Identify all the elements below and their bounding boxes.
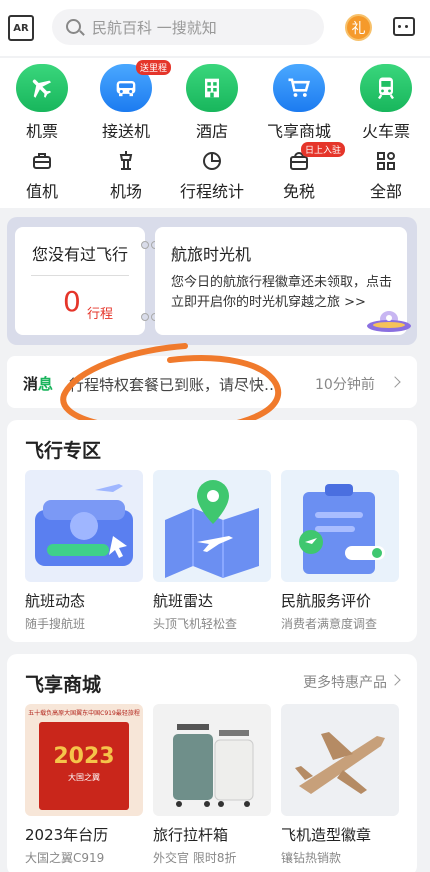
- card-subtitle: 镶钻热销款: [281, 851, 342, 865]
- flight-zone-title: 飞行专区: [25, 440, 102, 462]
- message-tag-b: 息: [38, 375, 54, 393]
- calendar-year-text: 2023: [53, 744, 115, 769]
- nav-label: 值机: [25, 182, 58, 201]
- time-machine-panel[interactable]: 您没有过飞行 0 行程 航旅时光机 您今日的航旅行程徽章还未领取，点击立即开启你…: [7, 217, 417, 345]
- flight-radar-image: [153, 470, 271, 582]
- time-machine-title: 航旅时光机: [171, 245, 252, 264]
- nav-item-transfer[interactable]: 送里程 接送机: [84, 60, 172, 142]
- ticket-hole: [141, 313, 149, 321]
- pie-chart-icon: [199, 148, 225, 174]
- main-service-nav: 机票 送里程 接送机 酒店 飞享商城 火车票: [0, 58, 430, 141]
- new-badge: 日上入驻: [301, 142, 346, 157]
- nav-label: 全部: [369, 182, 402, 201]
- mall-section: 飞享商城 更多特惠产品 五十载负高原大国翼东中国C919最轻旅程 2023 大国…: [7, 654, 417, 872]
- ar-scan-icon[interactable]: AR: [8, 15, 34, 41]
- card-title: 航班雷达: [153, 592, 214, 610]
- card-subtitle: 消费者满意度调查: [281, 617, 378, 631]
- calendar-top-text: 五十载负高原大国翼东中国C919最轻旅程: [28, 710, 140, 717]
- more-products-link[interactable]: 更多特惠产品: [303, 672, 387, 692]
- nav-item-airport[interactable]: 机场: [84, 148, 168, 202]
- flight-radar-card[interactable]: 航班雷达 头顶飞机轻松查: [153, 470, 271, 632]
- hotel-icon: [186, 64, 238, 112]
- checkin-icon: [29, 148, 55, 174]
- product-card[interactable]: 旅行拉杆箱 外交官 限时8折: [153, 704, 271, 866]
- grid-icon: [373, 148, 399, 174]
- card-title: 飞机造型徽章: [281, 826, 372, 844]
- flight-zone-section: 飞行专区 航班动态 随手搜航班 航班雷达 头顶飞机轻松查 民航服务评价 消费者满…: [7, 420, 417, 642]
- message-icon[interactable]: [393, 17, 415, 36]
- card-subtitle: 外交官 限时8折: [153, 851, 237, 865]
- card-subtitle: 随手搜航班: [25, 617, 86, 631]
- divider: [31, 275, 129, 276]
- flight-status-card[interactable]: 航班动态 随手搜航班: [25, 470, 143, 632]
- nav-item-checkin[interactable]: 值机: [0, 148, 84, 202]
- nav-item-all[interactable]: 全部: [344, 148, 428, 202]
- ufo-icon: [367, 311, 411, 332]
- nav-item-duty-free[interactable]: 日上入驻 免税: [257, 142, 346, 202]
- message-tag-a: 消: [23, 375, 39, 393]
- nav-item-mall[interactable]: 飞享商城: [257, 64, 341, 142]
- trip-count: 0: [63, 285, 81, 318]
- train-icon: [360, 64, 412, 112]
- nav-item-train[interactable]: 火车票: [344, 64, 428, 142]
- message-bar[interactable]: 消息 行程特权套餐已到账，请尽快… 10分钟前: [7, 356, 417, 408]
- search-bar[interactable]: 民航百科 一搜就知: [52, 9, 324, 45]
- message-time: 10分钟前: [315, 377, 375, 393]
- secondary-service-nav: 值机 机场 行程统计 日上入驻 免税 全部: [0, 138, 430, 208]
- chevron-right-icon: [389, 376, 401, 388]
- plane-badge-product-image: [281, 704, 399, 816]
- card-title: 2023年台历: [25, 826, 109, 844]
- promo-badge: 送里程: [136, 60, 172, 75]
- nav-item-hotel[interactable]: 酒店: [170, 64, 254, 142]
- chevron-right-icon[interactable]: [389, 674, 401, 686]
- service-rating-card[interactable]: 民航服务评价 消费者满意度调查: [281, 470, 399, 632]
- ticket-hole: [141, 241, 149, 249]
- product-card[interactable]: 飞机造型徽章 镶钻热销款: [281, 704, 399, 866]
- flight-status-image: [25, 470, 143, 582]
- trip-unit: 行程: [87, 307, 114, 322]
- card-title: 民航服务评价: [281, 592, 372, 610]
- message-tag: 消息: [23, 373, 53, 394]
- gift-icon[interactable]: 礼: [345, 14, 372, 41]
- mall-title: 飞享商城: [25, 674, 102, 696]
- nav-item-flight-ticket[interactable]: 机票: [0, 64, 84, 142]
- time-machine-desc: 您今日的航旅行程徽章还未领取，点击立即开启你的时光机穿越之旅 >>: [171, 275, 393, 310]
- nav-label: 机场: [109, 182, 142, 201]
- airport-tower-icon: [113, 148, 139, 174]
- luggage-product-image: [153, 704, 271, 816]
- service-rating-image: [281, 470, 399, 582]
- card-title: 旅行拉杆箱: [153, 826, 229, 844]
- nav-item-trip-stats[interactable]: 行程统计: [170, 148, 254, 202]
- product-card[interactable]: 五十载负高原大国翼东中国C919最轻旅程 2023 大国之翼 2023年台历 大…: [25, 704, 143, 866]
- nav-label: 免税: [282, 182, 315, 201]
- plane-icon: [16, 64, 68, 112]
- flight-count-card[interactable]: 您没有过飞行 0 行程: [15, 227, 145, 335]
- message-text: 行程特权套餐已到账，请尽快…: [69, 376, 280, 394]
- card-subtitle: 大国之翼C919: [25, 851, 105, 865]
- card-title: 航班动态: [25, 592, 86, 610]
- no-flight-text: 您没有过飞行: [31, 245, 128, 264]
- calendar-sub-text: 大国之翼: [68, 773, 100, 782]
- search-icon: [66, 19, 81, 34]
- cart-icon: [273, 64, 325, 112]
- nav-label: 行程统计: [179, 182, 244, 201]
- card-subtitle: 头顶飞机轻松查: [153, 617, 238, 631]
- calendar-product-image: 五十载负高原大国翼东中国C919最轻旅程 2023 大国之翼: [25, 704, 143, 816]
- top-bar: AR 民航百科 一搜就知 礼: [0, 0, 430, 56]
- search-placeholder: 民航百科 一搜就知: [92, 19, 217, 37]
